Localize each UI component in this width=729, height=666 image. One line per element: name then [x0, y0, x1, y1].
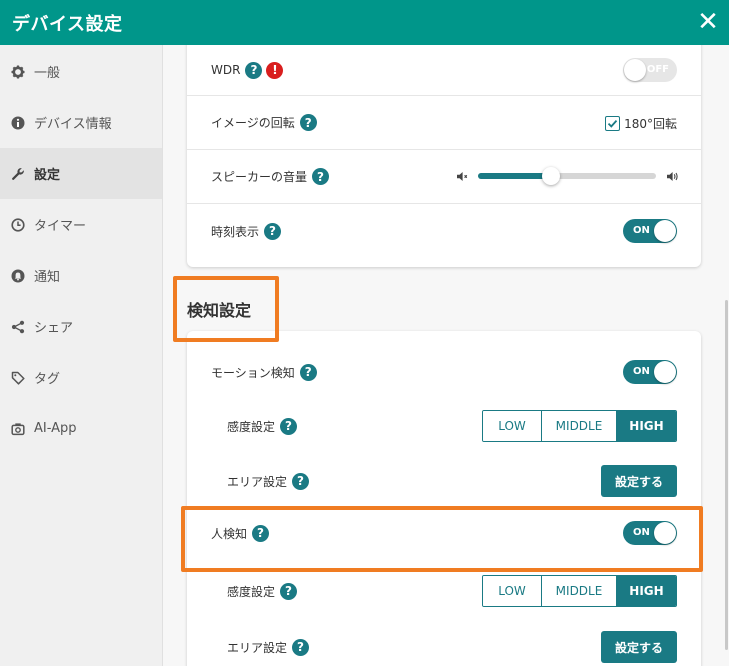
help-icon[interactable]: ?	[292, 638, 310, 656]
help-icon[interactable]: ?	[292, 472, 310, 490]
volume-slider[interactable]	[478, 167, 656, 185]
sidebar-item-label: タイマー	[34, 219, 87, 234]
sidebar: 一般 デバイス情報 設定 タイマー 通知 シェア タグ AI-App	[0, 45, 163, 666]
sidebar-item-settings[interactable]: 設定	[0, 148, 162, 199]
help-icon[interactable]: ?	[299, 114, 317, 131]
motion-area-row: エリア設定 ? 設定する	[187, 459, 701, 503]
sidebar-item-label: シェア	[34, 321, 74, 336]
toggle-state: OFF	[646, 64, 669, 75]
camera-settings-card: WDR ? ! OFF イメージの回転 ? 180°回転 スピーカーの音量 ? …	[187, 45, 701, 267]
sidebar-item-device-info[interactable]: デバイス情報	[0, 97, 162, 148]
sidebar-item-label: タグ	[34, 372, 61, 387]
wdr-row: WDR ? ! OFF	[187, 45, 701, 96]
detection-settings-card: モーション検知 ? ON 感度設定 ? LOW MIDDLE HIGH エリア設…	[187, 331, 701, 666]
rotation-checkbox[interactable]: 180°回転	[605, 115, 677, 132]
checkbox-checked-icon[interactable]	[605, 116, 621, 131]
sidebar-item-label: 通知	[34, 270, 61, 285]
volume-high-icon	[665, 170, 679, 182]
wrench-icon	[11, 167, 25, 181]
motion-sensitivity-row: 感度設定 ? LOW MIDDLE HIGH	[187, 404, 701, 448]
time-display-row: 時刻表示 ? ON	[187, 204, 701, 258]
motion-sensitivity-selector: LOW MIDDLE HIGH	[482, 410, 677, 442]
motion-detection-label: モーション検知	[211, 365, 295, 380]
human-sensitivity-row: 感度設定 ? LOW MIDDLE HIGH	[187, 569, 701, 613]
share-icon	[11, 320, 25, 334]
help-icon[interactable]: ?	[299, 363, 317, 381]
bell-icon	[11, 269, 25, 283]
rotation-label: イメージの回転	[211, 116, 295, 130]
help-icon[interactable]: ?	[245, 61, 263, 79]
motion-area-configure-button[interactable]: 設定する	[601, 465, 677, 497]
sensitivity-high-option[interactable]: HIGH	[616, 576, 676, 606]
rotation-row: イメージの回転 ? 180°回転	[187, 96, 701, 150]
motion-detection-row: モーション検知 ? ON	[187, 347, 701, 397]
help-icon[interactable]: ?	[264, 222, 282, 240]
sensitivity-middle-option[interactable]: MIDDLE	[541, 411, 616, 441]
human-area-row: エリア設定 ? 設定する	[187, 625, 701, 666]
sensitivity-high-option[interactable]: HIGH	[616, 411, 676, 441]
human-detection-row: 人検知 ? ON	[187, 511, 701, 555]
sensitivity-low-option[interactable]: LOW	[483, 576, 541, 606]
volume-low-icon	[455, 170, 469, 182]
wdr-toggle[interactable]: OFF	[623, 58, 677, 82]
motion-area-label: エリア設定	[227, 474, 288, 489]
toggle-state: ON	[633, 527, 650, 538]
human-sensitivity-selector: LOW MIDDLE HIGH	[482, 575, 677, 607]
close-icon[interactable]: ✕	[695, 9, 721, 35]
volume-slider-group	[455, 167, 679, 185]
clock-icon	[11, 217, 25, 232]
sidebar-item-ai-app[interactable]: AI-App	[0, 403, 162, 454]
time-display-label: 時刻表示	[211, 224, 260, 239]
info-icon	[11, 116, 25, 130]
motion-sensitivity-label: 感度設定	[227, 419, 276, 434]
motion-detection-toggle[interactable]: ON	[623, 360, 677, 384]
rotation-checkbox-label: 180°回転	[624, 117, 677, 131]
sidebar-item-share[interactable]: シェア	[0, 301, 162, 352]
scrollbar[interactable]	[725, 300, 728, 650]
wdr-label: WDR	[211, 63, 241, 77]
sidebar-item-label: AI-App	[34, 421, 77, 436]
speaker-volume-row: スピーカーの音量 ?	[187, 150, 701, 204]
human-detection-label: 人検知	[211, 526, 248, 541]
settings-content: WDR ? ! OFF イメージの回転 ? 180°回転 スピーカーの音量 ? …	[163, 45, 729, 666]
sidebar-item-general[interactable]: 一般	[0, 46, 162, 97]
window-titlebar: デバイス設定 ✕	[0, 0, 729, 45]
sidebar-item-label: 一般	[34, 66, 61, 81]
human-sensitivity-label: 感度設定	[227, 584, 276, 599]
gear-icon	[11, 65, 25, 79]
help-icon[interactable]: ?	[280, 417, 298, 435]
toggle-state: ON	[633, 366, 650, 377]
sidebar-item-notifications[interactable]: 通知	[0, 250, 162, 301]
volume-slider-fill	[478, 173, 551, 179]
help-icon[interactable]: ?	[252, 524, 270, 542]
human-area-configure-button[interactable]: 設定する	[601, 631, 677, 663]
sidebar-item-timer[interactable]: タイマー	[0, 199, 162, 250]
sidebar-item-label: デバイス情報	[34, 117, 112, 132]
window-title: デバイス設定	[12, 13, 123, 35]
human-detection-toggle[interactable]: ON	[623, 521, 677, 545]
time-display-toggle[interactable]: ON	[623, 219, 677, 243]
sensitivity-low-option[interactable]: LOW	[483, 411, 541, 441]
sidebar-item-label: 設定	[34, 168, 61, 183]
toggle-state: ON	[633, 225, 650, 236]
help-icon[interactable]: ?	[312, 168, 330, 185]
sidebar-item-tag[interactable]: タグ	[0, 352, 162, 403]
help-icon[interactable]: ?	[280, 582, 298, 600]
speaker-volume-label: スピーカーの音量	[211, 170, 308, 184]
sensitivity-middle-option[interactable]: MIDDLE	[541, 576, 616, 606]
tag-icon	[11, 371, 25, 385]
volume-slider-thumb[interactable]	[541, 167, 560, 185]
detection-section-title: 検知設定	[187, 301, 252, 320]
camera-icon	[11, 422, 25, 436]
human-area-label: エリア設定	[227, 640, 288, 655]
warning-icon: !	[266, 61, 284, 79]
